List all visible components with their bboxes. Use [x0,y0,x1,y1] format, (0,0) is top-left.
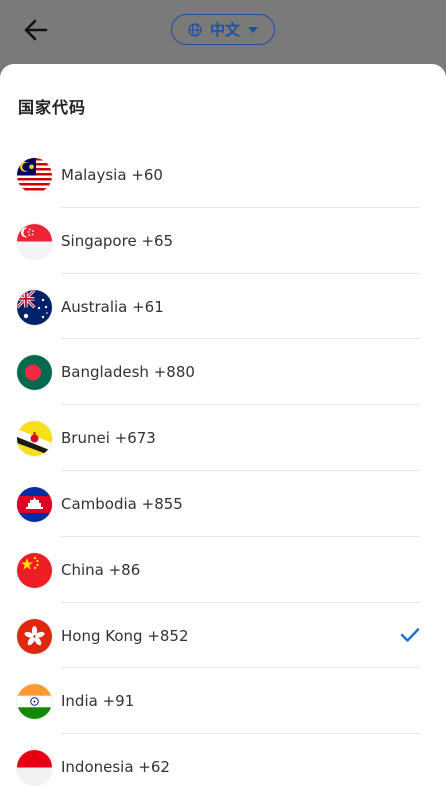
country-label: Malaysia +60 [61,166,163,184]
back-button[interactable] [18,14,54,46]
india-flag-icon [17,684,52,720]
brunei-flag-icon [17,421,52,457]
checkmark-icon [400,627,420,642]
caret-down-icon [248,26,258,33]
country-row-indonesia[interactable]: Indonesia +62 [0,734,446,800]
country-label: Bangladesh +880 [61,363,195,382]
language-label: 中文 [209,21,240,39]
country-label: Cambodia +855 [61,494,183,513]
language-selector[interactable]: 中文 [171,14,275,45]
sheet-title: 国家代码 [18,98,87,117]
bangladesh-flag-icon [17,355,52,391]
malaysia-flag-icon [17,158,52,193]
china-flag-icon [17,552,52,588]
country-list: Malaysia +60 Singapore +65 Australia +61… [0,142,446,800]
country-label: China +86 [61,560,141,579]
country-label: Hong Kong +852 [61,626,189,645]
singapore-flag-icon [17,223,52,259]
country-label: Australia +61 [61,297,164,316]
top-bar: 中文 [0,0,446,64]
arrow-left-icon [24,19,48,41]
country-row-singapore[interactable]: Singapore +65 [0,208,446,274]
cambodia-flag-icon [17,486,52,522]
country-code-sheet: 国家代码 Malaysia +60 Singapore +65 Australi… [0,64,446,800]
australia-flag-icon [17,289,52,325]
country-row-bangladesh[interactable]: Bangladesh +880 [0,339,446,406]
country-row-china[interactable]: China +86 [0,537,446,603]
country-label: India +91 [61,692,135,711]
globe-icon [188,22,202,37]
country-row-india[interactable]: India +91 [0,668,446,735]
indonesia-flag-icon [17,750,52,786]
country-row-malaysia[interactable]: Malaysia +60 [0,142,446,208]
country-label: Brunei +673 [61,429,156,448]
country-label: Singapore +65 [61,231,174,250]
country-row-australia[interactable]: Australia +61 [0,274,446,340]
country-row-hong-kong[interactable]: Hong Kong +852 [0,603,446,669]
country-label: Indonesia +62 [61,758,170,777]
hong-kong-flag-icon [17,618,52,654]
country-row-cambodia[interactable]: Cambodia +855 [0,471,446,537]
country-row-brunei[interactable]: Brunei +673 [0,405,446,471]
